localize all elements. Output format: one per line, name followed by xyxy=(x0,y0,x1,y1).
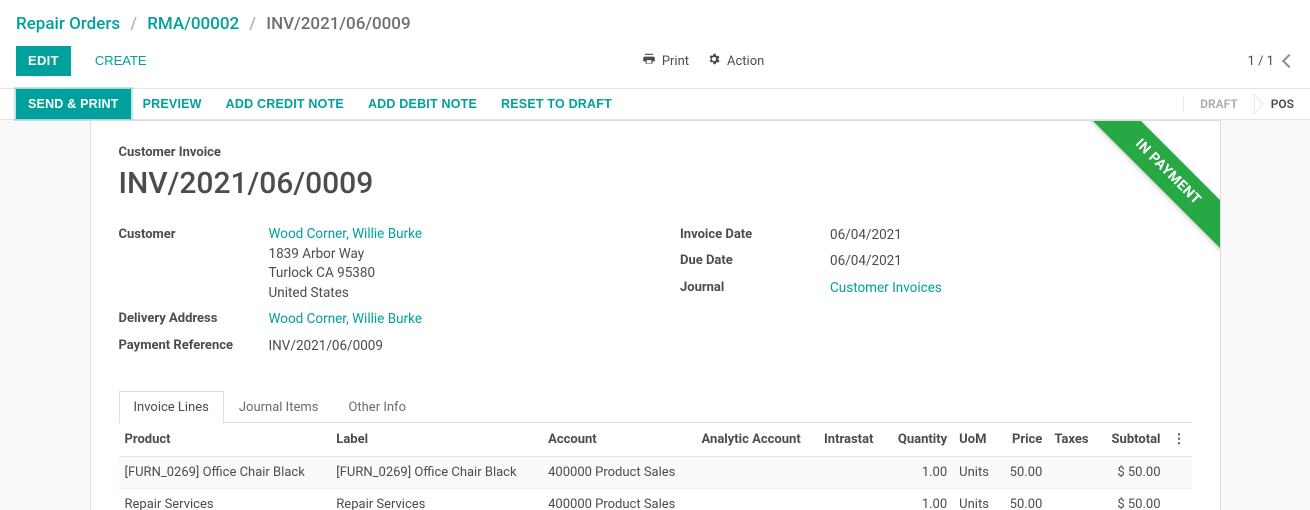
journal-label: Journal xyxy=(680,278,830,298)
form-sheet: IN PAYMENT Customer Invoice INV/2021/06/… xyxy=(90,120,1221,510)
pager: 1 / 1 xyxy=(1248,54,1294,69)
cell-label: Repair Services xyxy=(330,488,542,510)
pager-prev-icon[interactable] xyxy=(1282,54,1296,68)
cell-analytic xyxy=(696,456,818,488)
left-column: Customer Wood Corner, Willie Burke 1839 … xyxy=(119,225,631,362)
duedate-label: Due Date xyxy=(680,251,830,271)
cell-price: 50.00 xyxy=(999,456,1048,488)
print-icon xyxy=(642,52,656,70)
create-button[interactable]: CREATE xyxy=(83,46,159,76)
cell-label: [FURN_0269] Office Chair Black xyxy=(330,456,542,488)
action-button[interactable]: Action xyxy=(707,52,764,70)
add-credit-note-button[interactable]: ADD CREDIT NOTE xyxy=(214,89,356,119)
cell-taxes xyxy=(1048,456,1099,488)
delivery-label: Delivery Address xyxy=(119,309,269,329)
reset-to-draft-button[interactable]: RESET TO DRAFT xyxy=(489,89,624,119)
duedate-value: 06/04/2021 xyxy=(830,251,1192,271)
th-intrastat[interactable]: Intrastat xyxy=(818,423,886,457)
payref-value: INV/2021/06/0009 xyxy=(269,336,631,356)
invoice-lines-table: Product Label Account Analytic Account I… xyxy=(119,423,1192,510)
th-subtotal[interactable]: Subtotal xyxy=(1099,423,1166,457)
invdate-label: Invoice Date xyxy=(680,225,830,245)
print-label: Print xyxy=(662,54,689,69)
th-product[interactable]: Product xyxy=(119,423,331,457)
tab-journal-items[interactable]: Journal Items xyxy=(224,391,334,423)
cell-quantity: 1.00 xyxy=(886,488,954,510)
status-step-draft[interactable]: DRAFT xyxy=(1183,97,1254,111)
payref-label: Payment Reference xyxy=(119,336,269,356)
cell-analytic xyxy=(696,488,818,510)
table-row[interactable]: Repair Services Repair Services 400000 P… xyxy=(119,488,1192,510)
cell-product: [FURN_0269] Office Chair Black xyxy=(119,456,331,488)
print-button[interactable]: Print xyxy=(642,52,689,70)
customer-addr-line1: 1839 Arbor Way xyxy=(269,246,365,262)
send-print-button[interactable]: SEND & PRINT xyxy=(16,89,131,119)
delivery-name[interactable]: Wood Corner, Willie Burke xyxy=(269,311,423,327)
customer-addr-line2: Turlock CA 95380 xyxy=(269,265,376,281)
pager-value: 1 / 1 xyxy=(1248,54,1274,69)
cell-account: 400000 Product Sales xyxy=(542,488,695,510)
control-bar: EDIT CREATE Print Action 1 / 1 xyxy=(0,40,1310,89)
table-row[interactable]: [FURN_0269] Office Chair Black [FURN_026… xyxy=(119,456,1192,488)
cell-product: Repair Services xyxy=(119,488,331,510)
th-label[interactable]: Label xyxy=(330,423,542,457)
edit-button[interactable]: EDIT xyxy=(16,46,71,76)
th-quantity[interactable]: Quantity xyxy=(886,423,954,457)
th-uom[interactable]: UoM xyxy=(953,423,999,457)
status-bar: SEND & PRINT PREVIEW ADD CREDIT NOTE ADD… xyxy=(0,89,1310,120)
customer-label: Customer xyxy=(119,225,269,303)
cell-quantity: 1.00 xyxy=(886,456,954,488)
cell-account: 400000 Product Sales xyxy=(542,456,695,488)
preview-button[interactable]: PREVIEW xyxy=(131,89,214,119)
customer-addr-line3: United States xyxy=(269,285,349,301)
journal-value[interactable]: Customer Invoices xyxy=(830,280,942,296)
page-title: INV/2021/06/0009 xyxy=(119,166,1192,201)
status-step-posted[interactable]: POS xyxy=(1254,97,1310,111)
cell-price: 50.00 xyxy=(999,488,1048,510)
action-label: Action xyxy=(727,54,764,69)
breadcrumb-repair-orders[interactable]: Repair Orders xyxy=(16,14,120,34)
breadcrumb-sep-icon: / xyxy=(249,14,256,34)
cell-intrastat xyxy=(818,488,886,510)
th-account[interactable]: Account xyxy=(542,423,695,457)
cell-uom: Units xyxy=(953,456,999,488)
th-analytic[interactable]: Analytic Account xyxy=(696,423,818,457)
cell-taxes xyxy=(1048,488,1099,510)
invdate-value: 06/04/2021 xyxy=(830,225,1192,245)
gear-icon xyxy=(707,52,721,70)
cell-subtotal: $ 50.00 xyxy=(1099,456,1166,488)
add-debit-note-button[interactable]: ADD DEBIT NOTE xyxy=(356,89,489,119)
th-taxes[interactable]: Taxes xyxy=(1048,423,1099,457)
right-column: Invoice Date 06/04/2021 Due Date 06/04/2… xyxy=(680,225,1192,362)
breadcrumb-sep-icon: / xyxy=(130,14,137,34)
breadcrumb-rma[interactable]: RMA/00002 xyxy=(147,14,239,34)
form-subtitle: Customer Invoice xyxy=(119,145,1192,160)
customer-name[interactable]: Wood Corner, Willie Burke xyxy=(269,226,423,242)
cell-subtotal: $ 50.00 xyxy=(1099,488,1166,510)
th-price[interactable]: Price xyxy=(999,423,1048,457)
tabs: Invoice Lines Journal Items Other Info xyxy=(119,390,1192,423)
tab-other-info[interactable]: Other Info xyxy=(333,391,421,423)
tab-invoice-lines[interactable]: Invoice Lines xyxy=(119,391,224,423)
th-options-icon[interactable]: ⋮ xyxy=(1167,423,1192,457)
cell-uom: Units xyxy=(953,488,999,510)
breadcrumb-current: INV/2021/06/0009 xyxy=(266,14,410,34)
cell-intrastat xyxy=(818,456,886,488)
breadcrumb: Repair Orders / RMA/00002 / INV/2021/06/… xyxy=(0,0,1310,40)
